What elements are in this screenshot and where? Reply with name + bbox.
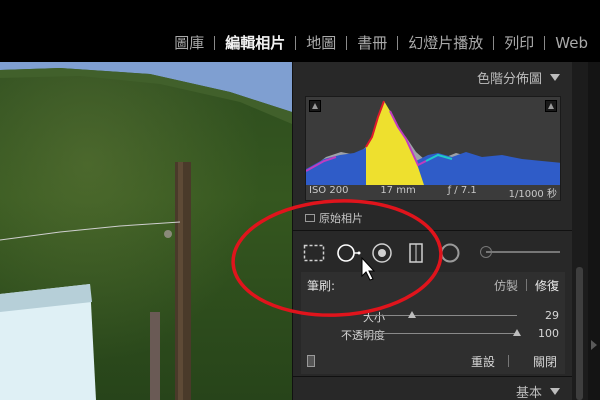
size-value[interactable]: 29	[545, 309, 559, 322]
histogram-header[interactable]: 色階分佈圖	[477, 68, 560, 87]
original-photo-label: 原始相片	[319, 212, 363, 225]
size-slider-row: 大小 29	[301, 308, 565, 324]
size-slider-knob[interactable]	[407, 311, 416, 318]
spot-removal-tool-icon[interactable]	[335, 240, 361, 266]
close-button[interactable]: 關閉	[533, 353, 557, 370]
basic-header[interactable]: 基本	[516, 382, 560, 400]
histogram-title: 色階分佈圖	[476, 72, 542, 87]
scrollbar-thumb[interactable]	[576, 267, 583, 400]
brush-mode-switch: 仿製 修復	[494, 277, 559, 294]
opacity-label: 不透明度	[341, 329, 385, 342]
overlay-toggle-icon[interactable]	[307, 355, 315, 367]
opacity-slider-knob[interactable]	[513, 329, 521, 336]
original-photo-toggle[interactable]: 原始相片	[305, 210, 363, 226]
shutter-speed-value: 1/1000 秒	[508, 189, 557, 200]
graduated-filter-tool-icon[interactable]	[403, 240, 429, 266]
red-eye-tool-icon[interactable]	[369, 240, 395, 266]
mode-separator	[525, 279, 527, 291]
brush-label: 筆刷:	[307, 278, 336, 293]
module-map[interactable]: 地圖	[306, 32, 336, 53]
radial-filter-tool-icon[interactable]	[437, 240, 463, 266]
footer-separator	[508, 355, 509, 367]
basic-title: 基本	[515, 386, 542, 400]
module-web[interactable]: Web	[555, 34, 588, 52]
module-separator	[214, 35, 216, 50]
module-separator	[397, 35, 399, 50]
clone-mode-button[interactable]: 仿製	[494, 277, 518, 294]
photo-canvas[interactable]	[0, 62, 292, 400]
module-book[interactable]: 書冊	[357, 32, 387, 53]
module-separator	[295, 35, 297, 50]
module-develop[interactable]: 編輯相片	[225, 32, 285, 53]
brush-mode-row: 筆刷: 仿製 修復	[301, 272, 565, 298]
original-photo-checkbox[interactable]	[305, 214, 315, 222]
module-picker-bar: 圖庫 編輯相片 地圖 書冊 幻燈片播放 列印 Web	[0, 0, 600, 60]
module-library[interactable]: 圖庫	[174, 32, 204, 53]
collapse-triangle-icon[interactable]	[550, 74, 560, 81]
collapse-triangle-icon[interactable]	[550, 388, 560, 395]
focal-length-value: 17 mm	[380, 185, 416, 196]
brush-footer: 重設 關閉	[301, 352, 565, 372]
panel-scrollbar[interactable]	[572, 62, 588, 400]
module-separator	[346, 35, 348, 50]
iso-value: ISO 200	[309, 185, 349, 196]
module-separator	[544, 35, 546, 50]
size-slider-track[interactable]	[369, 315, 517, 316]
crop-tool-icon[interactable]	[301, 240, 327, 266]
panel-edge	[588, 62, 600, 400]
right-panel: 色階分佈圖 ISO 200 17 mm ƒ / 7.1 1/1000 秒 原始相…	[292, 62, 573, 400]
expand-arrow-icon[interactable]	[591, 340, 597, 350]
divider	[293, 230, 573, 231]
opacity-slider-row: 不透明度 100	[301, 326, 565, 342]
opacity-value[interactable]: 100	[538, 327, 559, 340]
opacity-slider-track[interactable]	[369, 333, 517, 334]
module-print[interactable]: 列印	[504, 32, 534, 53]
aperture-value: ƒ / 7.1	[447, 185, 477, 196]
module-separator	[493, 35, 495, 50]
reset-button[interactable]: 重設	[471, 353, 495, 370]
histogram-graph	[306, 100, 560, 185]
heal-mode-button[interactable]: 修復	[535, 277, 559, 294]
photo-content	[0, 62, 292, 400]
tool-slider-track	[486, 251, 560, 253]
module-list: 圖庫 編輯相片 地圖 書冊 幻燈片播放 列印 Web	[174, 32, 588, 53]
tool-strip	[301, 238, 565, 268]
exif-info: ISO 200 17 mm ƒ / 7.1 1/1000 秒	[305, 185, 561, 201]
size-label: 大小	[363, 311, 385, 324]
divider	[293, 376, 573, 377]
module-slideshow[interactable]: 幻燈片播放	[408, 32, 483, 53]
